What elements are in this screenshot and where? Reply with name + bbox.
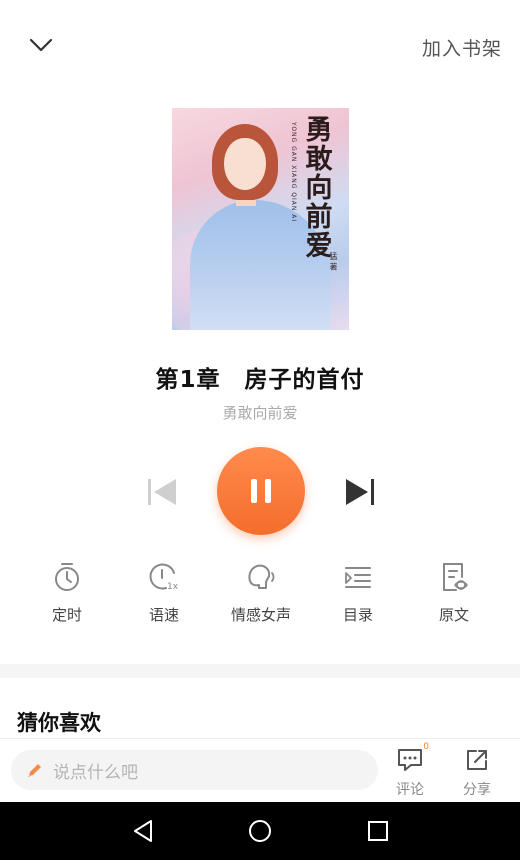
- nav-recents-button[interactable]: [363, 816, 393, 846]
- function-row: 定时 1x 语速 情感女声 目录 原文: [0, 560, 520, 640]
- recommend-title: 猜你喜欢: [17, 711, 101, 735]
- chapter-title: 第1章 房子的首付: [155, 367, 365, 393]
- previous-chapter-button[interactable]: [142, 472, 182, 512]
- share-icon: [462, 745, 492, 775]
- system-navigation-bar: [0, 802, 520, 860]
- voice-icon: [244, 560, 278, 594]
- timer-icon: [50, 560, 84, 594]
- book-cover: YONG GAN XIANG QIAN AI 勇 敢 向 前 爱 猛 著: [172, 108, 349, 330]
- book-name: 勇敢向前爱: [222, 404, 298, 422]
- section-divider: [0, 664, 520, 678]
- share-button[interactable]: 分享: [451, 745, 503, 799]
- bottom-bar: 说点什么吧 0 评论 分享: [0, 738, 520, 802]
- nav-home-button[interactable]: [245, 816, 275, 846]
- comment-count-badge: 0: [423, 742, 429, 752]
- catalog-button[interactable]: 目录: [313, 560, 403, 625]
- back-triangle-icon: [134, 820, 152, 842]
- speed-icon: 1x: [147, 560, 181, 594]
- chevron-down-icon: [29, 38, 53, 52]
- home-circle-icon: [249, 820, 271, 842]
- next-chapter-button[interactable]: [340, 472, 380, 512]
- add-to-shelf-button[interactable]: 加入书架: [422, 34, 502, 61]
- emotion-voice-button[interactable]: 情感女声: [216, 560, 306, 625]
- cover-pinyin: YONG GAN XIANG QIAN AI: [290, 122, 297, 223]
- pause-icon: [251, 479, 271, 503]
- skip-previous-icon: [148, 479, 176, 505]
- cover-author: 猛 著: [329, 252, 338, 271]
- svg-text:1x: 1x: [167, 582, 179, 592]
- skip-next-icon: [346, 479, 374, 505]
- original-text-button[interactable]: 原文: [409, 560, 499, 625]
- speed-button[interactable]: 1x 语速: [119, 560, 209, 625]
- recents-square-icon: [368, 821, 388, 841]
- nav-back-button[interactable]: [128, 816, 158, 846]
- timer-button[interactable]: 定时: [22, 560, 112, 625]
- comment-button[interactable]: 0 评论: [384, 742, 436, 799]
- cover-title: 勇 敢 向 前 爱: [305, 115, 333, 262]
- collapse-button[interactable]: [24, 28, 58, 62]
- catalog-icon: [341, 560, 375, 594]
- pencil-icon: [25, 760, 45, 780]
- pause-button[interactable]: [217, 447, 305, 535]
- comment-input[interactable]: 说点什么吧: [11, 750, 378, 790]
- comment-placeholder: 说点什么吧: [53, 762, 138, 783]
- comment-icon: 0: [395, 742, 429, 775]
- original-text-icon: [437, 560, 471, 594]
- top-bar: 加入书架: [0, 0, 520, 95]
